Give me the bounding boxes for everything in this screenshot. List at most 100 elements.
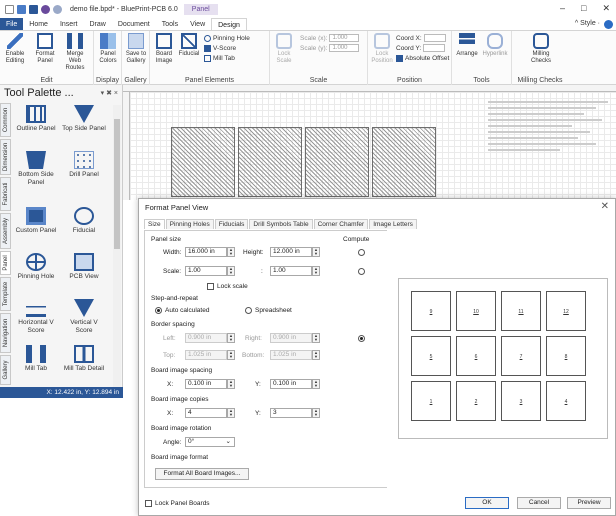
- help-icon[interactable]: [604, 20, 613, 29]
- vtab-fabrication[interactable]: Fabricati: [0, 177, 11, 211]
- vtab-navigation[interactable]: Navigation: [0, 313, 11, 353]
- board-image[interactable]: [372, 127, 436, 197]
- redo-icon[interactable]: [53, 4, 62, 14]
- spacing-x-input[interactable]: 0.100 in: [185, 379, 227, 389]
- compute-width-height-radio[interactable]: [358, 249, 365, 256]
- left-input[interactable]: 0.900 in: [185, 333, 227, 343]
- ok-button[interactable]: OK: [465, 497, 509, 509]
- tool-vertical-v-score[interactable]: Vertical V Score: [62, 299, 106, 335]
- tool-bottom-side-panel[interactable]: Bottom Side Panel: [14, 151, 58, 187]
- hyperlink-button[interactable]: Hyperlink: [482, 33, 508, 58]
- scale-x-field[interactable]: 1.00: [185, 266, 227, 276]
- tab-document[interactable]: Document: [112, 18, 156, 30]
- tab-drill-symbols-table[interactable]: Drill Symbols Table: [249, 219, 313, 229]
- tab-image-letters[interactable]: Image Letters: [369, 219, 417, 229]
- bottom-spinner[interactable]: ▲ ▼: [312, 350, 320, 360]
- copies-y-spinner[interactable]: ▲ ▼: [312, 408, 320, 418]
- tab-draw[interactable]: Draw: [83, 18, 111, 30]
- height-spinner[interactable]: ▲ ▼: [312, 247, 320, 257]
- copies-x-spinner[interactable]: ▲ ▼: [227, 408, 235, 418]
- bottom-input[interactable]: 1.025 in: [270, 350, 312, 360]
- minimize-button[interactable]: –: [560, 3, 565, 14]
- pinning-hole-button[interactable]: Pinning Hole: [204, 35, 250, 42]
- top-spinner[interactable]: ▲ ▼: [227, 350, 235, 360]
- tab-file[interactable]: File: [0, 18, 24, 30]
- save-to-gallery-button[interactable]: Save to Gallery: [123, 33, 149, 65]
- tool-horizontal-v-score[interactable]: Horizontal V Score: [14, 299, 58, 335]
- angle-select[interactable]: 0° ⌄: [185, 437, 235, 447]
- tool-drill-panel[interactable]: Drill Panel: [62, 151, 106, 179]
- lock-scale-button[interactable]: Lock Scale: [271, 33, 297, 65]
- palette-scroll-thumb[interactable]: [114, 119, 120, 249]
- tool-outline-panel[interactable]: Outline Panel: [14, 105, 58, 133]
- palette-controls[interactable]: ▾ ✖ ×: [101, 89, 118, 97]
- scale-y-spinner[interactable]: ▲ ▼: [312, 266, 320, 276]
- spacing-x-spinner[interactable]: ▲ ▼: [227, 379, 235, 389]
- coord-y-input[interactable]: [423, 44, 446, 52]
- mill-tab-button[interactable]: Mill Tab: [204, 55, 235, 62]
- absolute-offset-dropdown[interactable]: Absolute Offset: [396, 55, 449, 62]
- copies-y-input[interactable]: 3: [270, 408, 312, 418]
- compute-scale-radio[interactable]: [358, 268, 365, 275]
- board-image[interactable]: [305, 127, 369, 197]
- tool-mill-tab-detail[interactable]: Mill Tab Detail: [62, 345, 106, 373]
- tool-fiducial[interactable]: Fiducial: [62, 207, 106, 235]
- format-all-board-images-button[interactable]: Format All Board Images...: [155, 468, 249, 480]
- top-input[interactable]: 1.025 in: [185, 350, 227, 360]
- vtab-dimension[interactable]: Dimension: [0, 139, 11, 175]
- width-input[interactable]: 16.000 in: [185, 247, 227, 257]
- tab-pinning-holes[interactable]: Pinning Holes: [165, 219, 214, 229]
- tab-home[interactable]: Home: [23, 18, 54, 30]
- tab-corner-chamfer[interactable]: Corner Chamfer: [313, 219, 369, 229]
- tab-insert[interactable]: Insert: [54, 18, 84, 30]
- maximize-button[interactable]: □: [581, 3, 586, 14]
- fiducial-button[interactable]: Fiducial: [176, 33, 202, 58]
- tool-pcb-view[interactable]: PCB View: [62, 253, 106, 281]
- save-icon[interactable]: [29, 4, 38, 14]
- board-image[interactable]: [238, 127, 302, 197]
- tab-view[interactable]: View: [184, 18, 211, 30]
- right-spinner[interactable]: ▲ ▼: [312, 333, 320, 343]
- vtab-gallery[interactable]: Gallery: [0, 355, 11, 385]
- tool-pinning-hole[interactable]: Pinning Hole: [14, 253, 58, 281]
- right-input[interactable]: 0.900 in: [270, 333, 312, 343]
- lock-scale-checkbox[interactable]: [207, 283, 214, 290]
- cancel-button[interactable]: Cancel: [517, 497, 561, 509]
- enable-editing-button[interactable]: Enable Editing: [2, 33, 28, 65]
- scale-x-spinner[interactable]: ▲ ▼: [227, 266, 235, 276]
- tool-mill-tab[interactable]: Mill Tab: [14, 345, 58, 373]
- vtab-panel[interactable]: Panel: [0, 251, 11, 275]
- tool-custom-panel[interactable]: Custom Panel: [14, 207, 58, 235]
- scale-y-field[interactable]: 1.00: [270, 266, 312, 276]
- tab-design[interactable]: Design: [211, 18, 247, 30]
- board-image[interactable]: [171, 127, 235, 197]
- width-spinner[interactable]: ▲ ▼: [227, 247, 235, 257]
- arrange-button[interactable]: Arrange: [454, 33, 480, 58]
- style-menu[interactable]: ^ Style ·: [575, 20, 600, 27]
- tab-size[interactable]: Size: [144, 219, 165, 229]
- undo-icon[interactable]: [41, 4, 50, 14]
- drawing-canvas[interactable]: [123, 85, 616, 200]
- palette-scrollbar[interactable]: [113, 105, 121, 387]
- close-button[interactable]: ✕: [602, 3, 610, 14]
- milling-checks-button[interactable]: Milling Checks: [526, 33, 556, 65]
- height-input[interactable]: 12.000 in: [270, 247, 312, 257]
- preview-button[interactable]: Preview: [567, 497, 611, 509]
- lock-position-button[interactable]: Lock Position: [369, 33, 395, 65]
- tool-top-side-panel[interactable]: Top Side Panel: [62, 105, 106, 133]
- spreadsheet-radio[interactable]: [245, 307, 252, 314]
- lock-panel-boards-checkbox[interactable]: [145, 500, 152, 507]
- tab-tools[interactable]: Tools: [156, 18, 184, 30]
- scale-x-input[interactable]: 1.000: [329, 34, 360, 42]
- vtab-common[interactable]: Common: [0, 103, 11, 137]
- spacing-y-spinner[interactable]: ▲ ▼: [312, 379, 320, 389]
- v-score-button[interactable]: V-Score: [204, 45, 236, 52]
- dialog-close-button[interactable]: ✕: [601, 201, 609, 212]
- coord-x-input[interactable]: [423, 34, 446, 42]
- copies-x-input[interactable]: 4: [185, 408, 227, 418]
- board-image-button[interactable]: Board Image: [151, 33, 177, 65]
- vtab-template[interactable]: Template: [0, 277, 11, 311]
- format-panel-button[interactable]: Format Panel: [32, 33, 58, 65]
- scale-y-input[interactable]: 1.000: [329, 44, 360, 52]
- merge-web-routes-button[interactable]: Merge Web Routes: [62, 33, 88, 72]
